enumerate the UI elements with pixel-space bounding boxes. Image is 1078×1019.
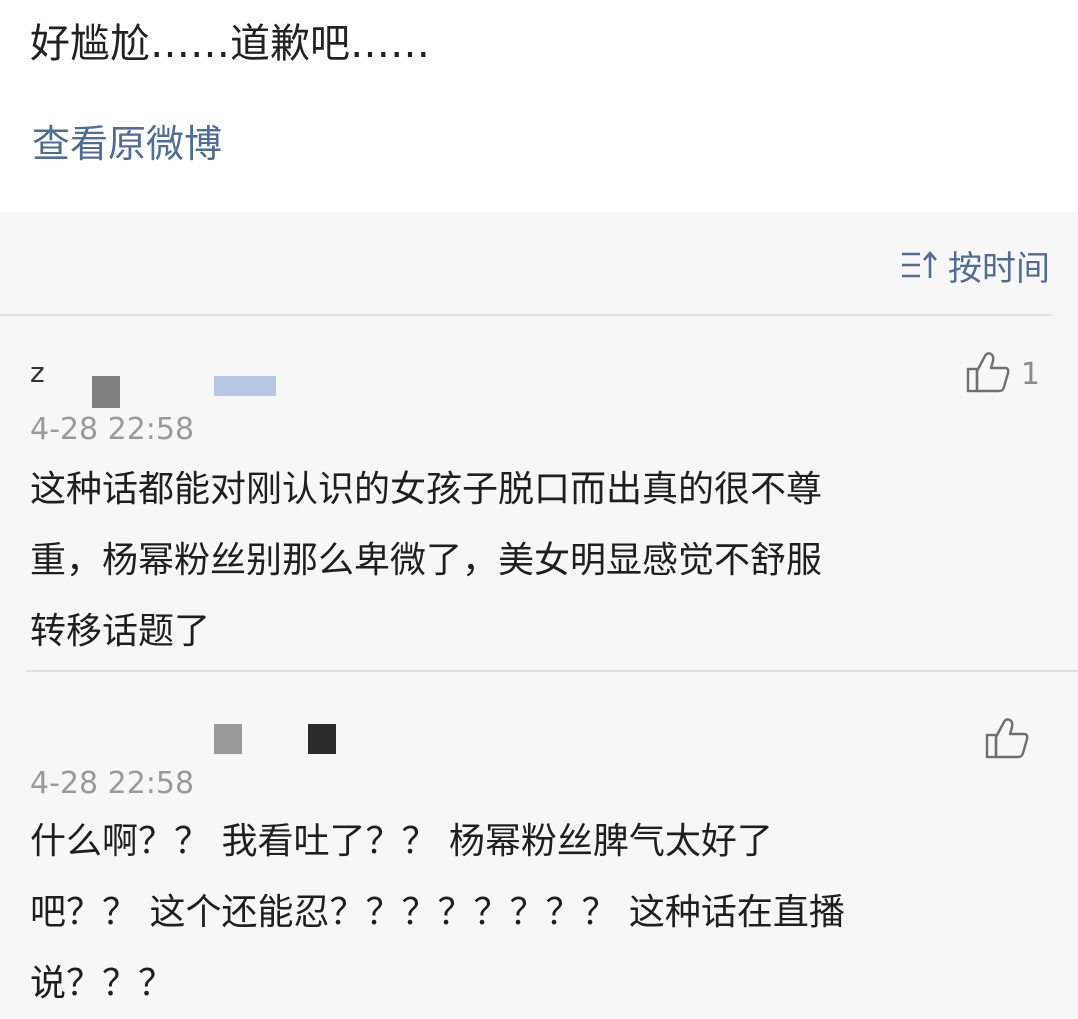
blurred-username xyxy=(214,376,276,396)
comment-text: 什么啊？？ 我看吐了？？ 杨幂粉丝脾气太好了 吧？？ 这个还能忍？？？？？？？？… xyxy=(30,821,845,1004)
comment-text: 这种话都能对刚认识的女孩子脱口而出真的很不尊 重，杨幂粉丝别那么卑微了，美女明显… xyxy=(30,469,823,652)
sort-by-time-button[interactable]: 按时间 xyxy=(900,238,1050,292)
thumbs-up-icon xyxy=(984,716,1030,764)
like-button[interactable]: 1 xyxy=(965,350,1040,398)
comment-timestamp: 4-28 22:58 xyxy=(30,766,195,801)
comment-item: 4-28 22:58 什么啊？？ 我看吐了？？ 杨幂粉丝脾气太好了 吧？？ 这个… xyxy=(0,672,1078,1018)
like-button[interactable] xyxy=(984,716,1040,764)
like-count: 1 xyxy=(1020,356,1040,392)
blurred-username xyxy=(308,724,336,754)
comments-section: 按时间 z 1 4-28 22:58 这种话都能对刚认识的女孩子脱口而出真的很不… xyxy=(0,212,1078,1018)
view-original-link[interactable]: 查看原微博 xyxy=(32,116,222,172)
sort-icon xyxy=(900,248,938,282)
comment-item: z 1 4-28 22:58 这种话都能对刚认识的女孩子脱口而出真的很不尊 重，… xyxy=(0,316,1078,666)
post-text: 好尴尬……道歉吧…… xyxy=(30,21,430,67)
thumbs-up-icon xyxy=(965,350,1011,398)
comment-username[interactable]: z xyxy=(30,356,45,389)
comment-timestamp: 4-28 22:58 xyxy=(30,412,195,447)
blurred-username xyxy=(92,376,120,408)
post-section: 好尴尬……道歉吧…… 查看原微博 xyxy=(0,0,1078,212)
sort-label: 按时间 xyxy=(948,248,1050,289)
blurred-username xyxy=(214,724,242,754)
